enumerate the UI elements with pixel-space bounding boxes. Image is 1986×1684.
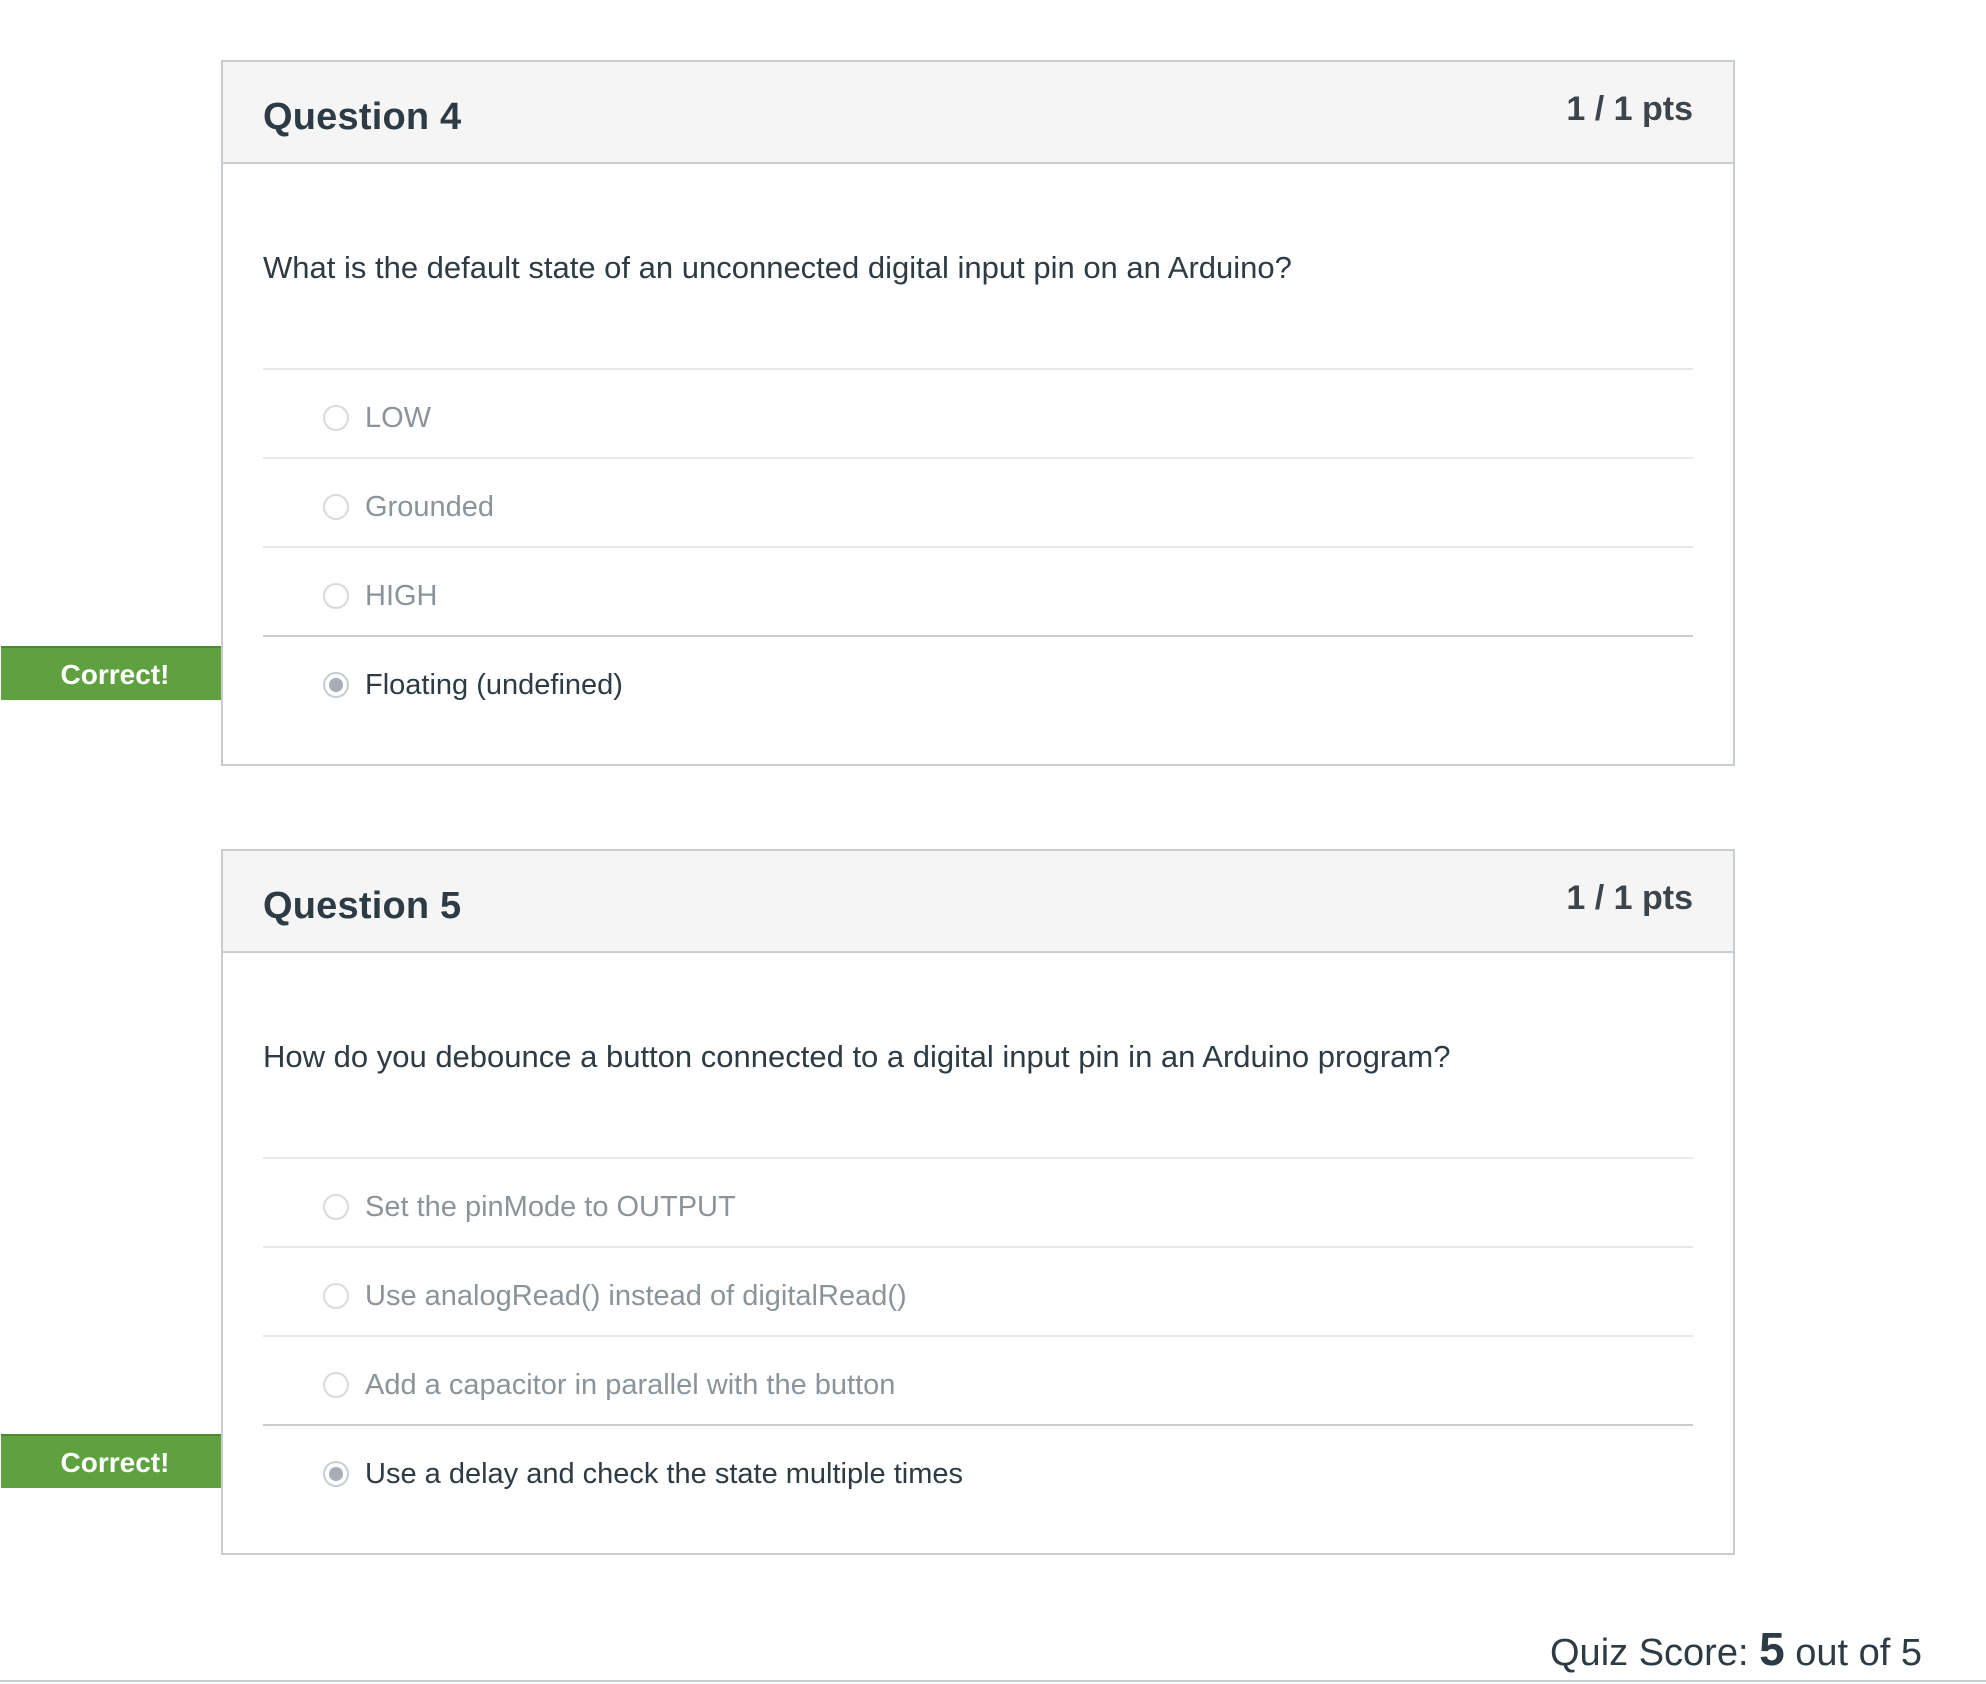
answer-label: Use a delay and check the state multiple…	[365, 1458, 964, 1490]
answer-option[interactable]: Set the pinMode to OUTPUT	[263, 1157, 1693, 1246]
answer-label: Grounded	[365, 491, 494, 523]
radio-checked-icon[interactable]	[323, 672, 349, 698]
answer-option[interactable]: Add a capacitor in parallel with the but…	[263, 1335, 1693, 1424]
radio-unchecked-icon[interactable]	[323, 405, 349, 431]
question-card-4: Question 4 1 / 1 pts What is the default…	[221, 60, 1735, 766]
answer-label: Set the pinMode to OUTPUT	[365, 1191, 736, 1223]
answer-label: Add a capacitor in parallel with the but…	[365, 1369, 896, 1401]
answer-label: Use analogRead() instead of digitalRead(…	[365, 1280, 907, 1312]
answer-option[interactable]: Use analogRead() instead of digitalRead(…	[263, 1246, 1693, 1335]
answer-list: LOW Grounded HIGH Floating (undefined)	[263, 368, 1693, 724]
question-header: Question 5 1 / 1 pts	[223, 851, 1733, 953]
answer-label: LOW	[365, 402, 432, 434]
answer-label: Floating (undefined)	[365, 669, 623, 701]
question-points: 1 / 1 pts	[1566, 879, 1693, 917]
answer-label: HIGH	[365, 580, 438, 612]
answer-list: Set the pinMode to OUTPUT Use analogRead…	[263, 1157, 1693, 1513]
question-points: 1 / 1 pts	[1566, 90, 1693, 128]
radio-unchecked-icon[interactable]	[323, 1283, 349, 1309]
quiz-score-value: 5	[1759, 1623, 1785, 1675]
correct-flag-q4: Correct!	[1, 646, 253, 700]
question-text: How do you debounce a button connected t…	[263, 1039, 1451, 1074]
question-card-5: Question 5 1 / 1 pts How do you debounce…	[221, 849, 1735, 1555]
answer-option[interactable]: LOW	[263, 368, 1693, 457]
radio-unchecked-icon[interactable]	[323, 1372, 349, 1398]
question-title: Question 4	[263, 96, 462, 138]
quiz-score: Quiz Score: 5 out of 5	[1550, 1622, 1922, 1676]
radio-unchecked-icon[interactable]	[323, 583, 349, 609]
question-header: Question 4 1 / 1 pts	[223, 62, 1733, 164]
correct-flag-q5: Correct!	[1, 1434, 253, 1488]
answer-option-selected[interactable]: Floating (undefined)	[263, 635, 1693, 724]
radio-checked-icon[interactable]	[323, 1461, 349, 1487]
question-text: What is the default state of an unconnec…	[263, 250, 1292, 285]
quiz-score-prefix: Quiz Score:	[1550, 1632, 1760, 1674]
quiz-score-suffix: out of 5	[1784, 1632, 1922, 1674]
answer-option-selected[interactable]: Use a delay and check the state multiple…	[263, 1424, 1693, 1513]
radio-unchecked-icon[interactable]	[323, 494, 349, 520]
question-title: Question 5	[263, 885, 462, 927]
answer-option[interactable]: Grounded	[263, 457, 1693, 546]
bottom-divider	[0, 1680, 1986, 1682]
answer-option[interactable]: HIGH	[263, 546, 1693, 635]
radio-unchecked-icon[interactable]	[323, 1194, 349, 1220]
quiz-results-page: Correct! Question 4 1 / 1 pts What is th…	[0, 0, 1986, 1684]
